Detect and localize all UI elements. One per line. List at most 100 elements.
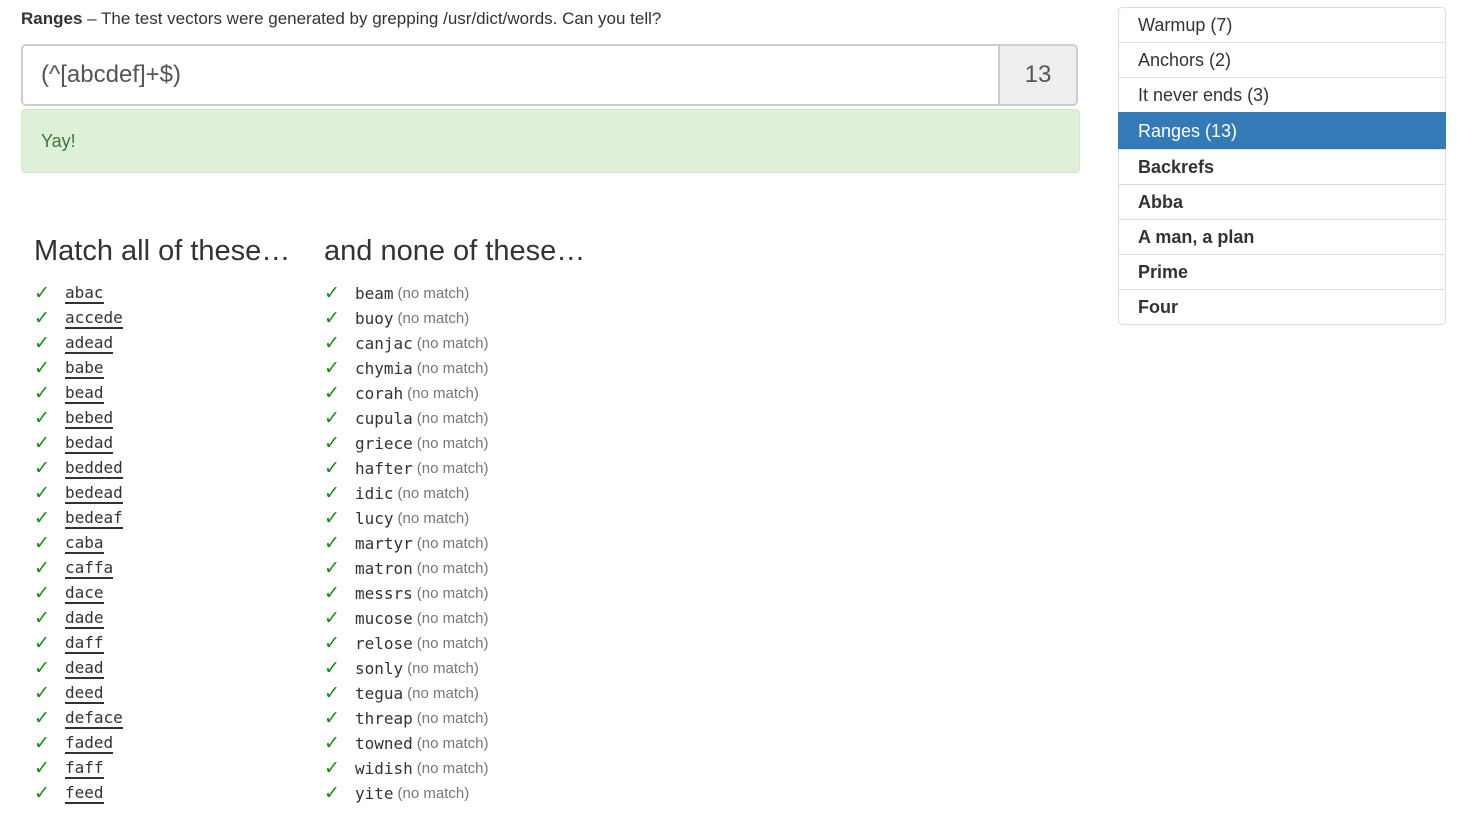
- match-word: bedded: [65, 457, 123, 479]
- nomatch-word: threap: [355, 709, 413, 728]
- no-match-note: (no match): [407, 685, 479, 702]
- checkmark-icon: ✓: [34, 683, 50, 704]
- match-item: ✓ faded: [34, 731, 123, 756]
- nomatch-word: canjac: [355, 334, 413, 353]
- no-match-note: (no match): [416, 335, 489, 352]
- checkmark-icon: ✓: [34, 583, 50, 604]
- nomatch-item: ✓ canjac (no match): [324, 331, 489, 356]
- checkmark-icon: ✓: [324, 308, 340, 329]
- nomatch-word: corah: [355, 384, 404, 403]
- match-word: caffa: [65, 557, 114, 579]
- checkmark-icon: ✓: [324, 433, 340, 454]
- match-word: caba: [65, 532, 104, 554]
- nomatch-word: sonly: [355, 659, 404, 678]
- nomatch-item: ✓ corah (no match): [324, 381, 489, 406]
- level-item[interactable]: Abba: [1118, 184, 1446, 220]
- checkmark-icon: ✓: [324, 508, 340, 529]
- level-name: Ranges: [21, 9, 83, 28]
- nomatch-word: cupula: [355, 409, 413, 428]
- checkmark-icon: ✓: [34, 458, 50, 479]
- nomatch-item: ✓ relose (no match): [324, 631, 489, 656]
- score-display: 13: [998, 46, 1076, 104]
- nomatch-item: ✓ widish (no match): [324, 756, 489, 781]
- nomatch-word: griece: [355, 434, 413, 453]
- match-item: ✓ deface: [34, 706, 123, 731]
- success-alert: Yay!: [21, 109, 1080, 173]
- match-item: ✓ faff: [34, 756, 123, 781]
- match-word: bead: [65, 382, 104, 404]
- level-list: Warmup (7) Anchors (2) It never ends (3) Ra…: [1118, 7, 1446, 325]
- nomatch-item: ✓ idic (no match): [324, 481, 489, 506]
- nomatch-word: martyr: [355, 534, 413, 553]
- no-match-note: (no match): [416, 535, 489, 552]
- checkmark-icon: ✓: [324, 583, 340, 604]
- checkmark-icon: ✓: [34, 433, 50, 454]
- no-match-note: (no match): [416, 735, 489, 752]
- checkmark-icon: ✓: [34, 483, 50, 504]
- no-match-note: (no match): [416, 760, 489, 777]
- nomatch-item: ✓ threap (no match): [324, 706, 489, 731]
- match-item: ✓ dead: [34, 656, 123, 681]
- match-column-title: Match all of these…: [34, 235, 291, 267]
- nomatch-item: ✓ beam (no match): [324, 281, 489, 306]
- checkmark-icon: ✓: [34, 383, 50, 404]
- regex-input-group: 13: [21, 44, 1078, 106]
- match-item: ✓ accede: [34, 306, 123, 331]
- match-word: bebed: [65, 407, 114, 429]
- no-match-note: (no match): [397, 785, 470, 802]
- match-item: ✓ bedded: [34, 456, 123, 481]
- match-item: ✓ caba: [34, 531, 123, 556]
- match-item: ✓ deed: [34, 681, 123, 706]
- nomatch-item: ✓ yite (no match): [324, 781, 489, 806]
- match-item: ✓ babe: [34, 356, 123, 381]
- checkmark-icon: ✓: [34, 658, 50, 679]
- checkmark-icon: ✓: [34, 708, 50, 729]
- level-item[interactable]: Anchors (2): [1118, 42, 1446, 78]
- nomatch-item: ✓ matron (no match): [324, 556, 489, 581]
- match-word: deface: [65, 707, 123, 729]
- checkmark-icon: ✓: [324, 783, 340, 804]
- checkmark-icon: ✓: [34, 308, 50, 329]
- nomatch-word: towned: [355, 734, 413, 753]
- nomatch-word: widish: [355, 759, 413, 778]
- level-item[interactable]: Warmup (7): [1118, 7, 1446, 43]
- nomatch-word: matron: [355, 559, 413, 578]
- checkmark-icon: ✓: [324, 608, 340, 629]
- no-match-note: (no match): [416, 610, 489, 627]
- level-item[interactable]: Prime: [1118, 254, 1446, 290]
- level-item[interactable]: Four: [1118, 289, 1446, 325]
- match-word: dace: [65, 582, 104, 604]
- level-item[interactable]: Ranges (13): [1118, 112, 1446, 150]
- nomatch-item: ✓ sonly (no match): [324, 656, 489, 681]
- checkmark-icon: ✓: [324, 658, 340, 679]
- level-item[interactable]: A man, a plan: [1118, 219, 1446, 255]
- checkmark-icon: ✓: [324, 708, 340, 729]
- level-item[interactable]: It never ends (3): [1118, 77, 1446, 113]
- nomatch-word: beam: [355, 284, 394, 303]
- nomatch-item: ✓ cupula (no match): [324, 406, 489, 431]
- match-word: deed: [65, 682, 104, 704]
- level-item[interactable]: Backrefs: [1118, 149, 1446, 185]
- nomatch-word: relose: [355, 634, 413, 653]
- no-match-note: (no match): [416, 360, 489, 377]
- nomatch-item: ✓ buoy (no match): [324, 306, 489, 331]
- nomatch-item: ✓ tegua (no match): [324, 681, 489, 706]
- match-word: bedeaf: [65, 507, 123, 529]
- checkmark-icon: ✓: [34, 408, 50, 429]
- checkmark-icon: ✓: [324, 358, 340, 379]
- regex-input[interactable]: [23, 46, 998, 104]
- match-item: ✓ bedead: [34, 481, 123, 506]
- nomatch-item: ✓ mucose (no match): [324, 606, 489, 631]
- match-word: faff: [65, 757, 104, 779]
- match-word: daff: [65, 632, 104, 654]
- match-word: accede: [65, 307, 123, 329]
- match-item: ✓ daff: [34, 631, 123, 656]
- nomatch-item: ✓ messrs (no match): [324, 581, 489, 606]
- nomatch-word: hafter: [355, 459, 413, 478]
- nomatch-item: ✓ griece (no match): [324, 431, 489, 456]
- checkmark-icon: ✓: [34, 558, 50, 579]
- nomatch-word: chymia: [355, 359, 413, 378]
- nomatch-word: buoy: [355, 309, 394, 328]
- no-match-note: (no match): [397, 285, 470, 302]
- checkmark-icon: ✓: [324, 733, 340, 754]
